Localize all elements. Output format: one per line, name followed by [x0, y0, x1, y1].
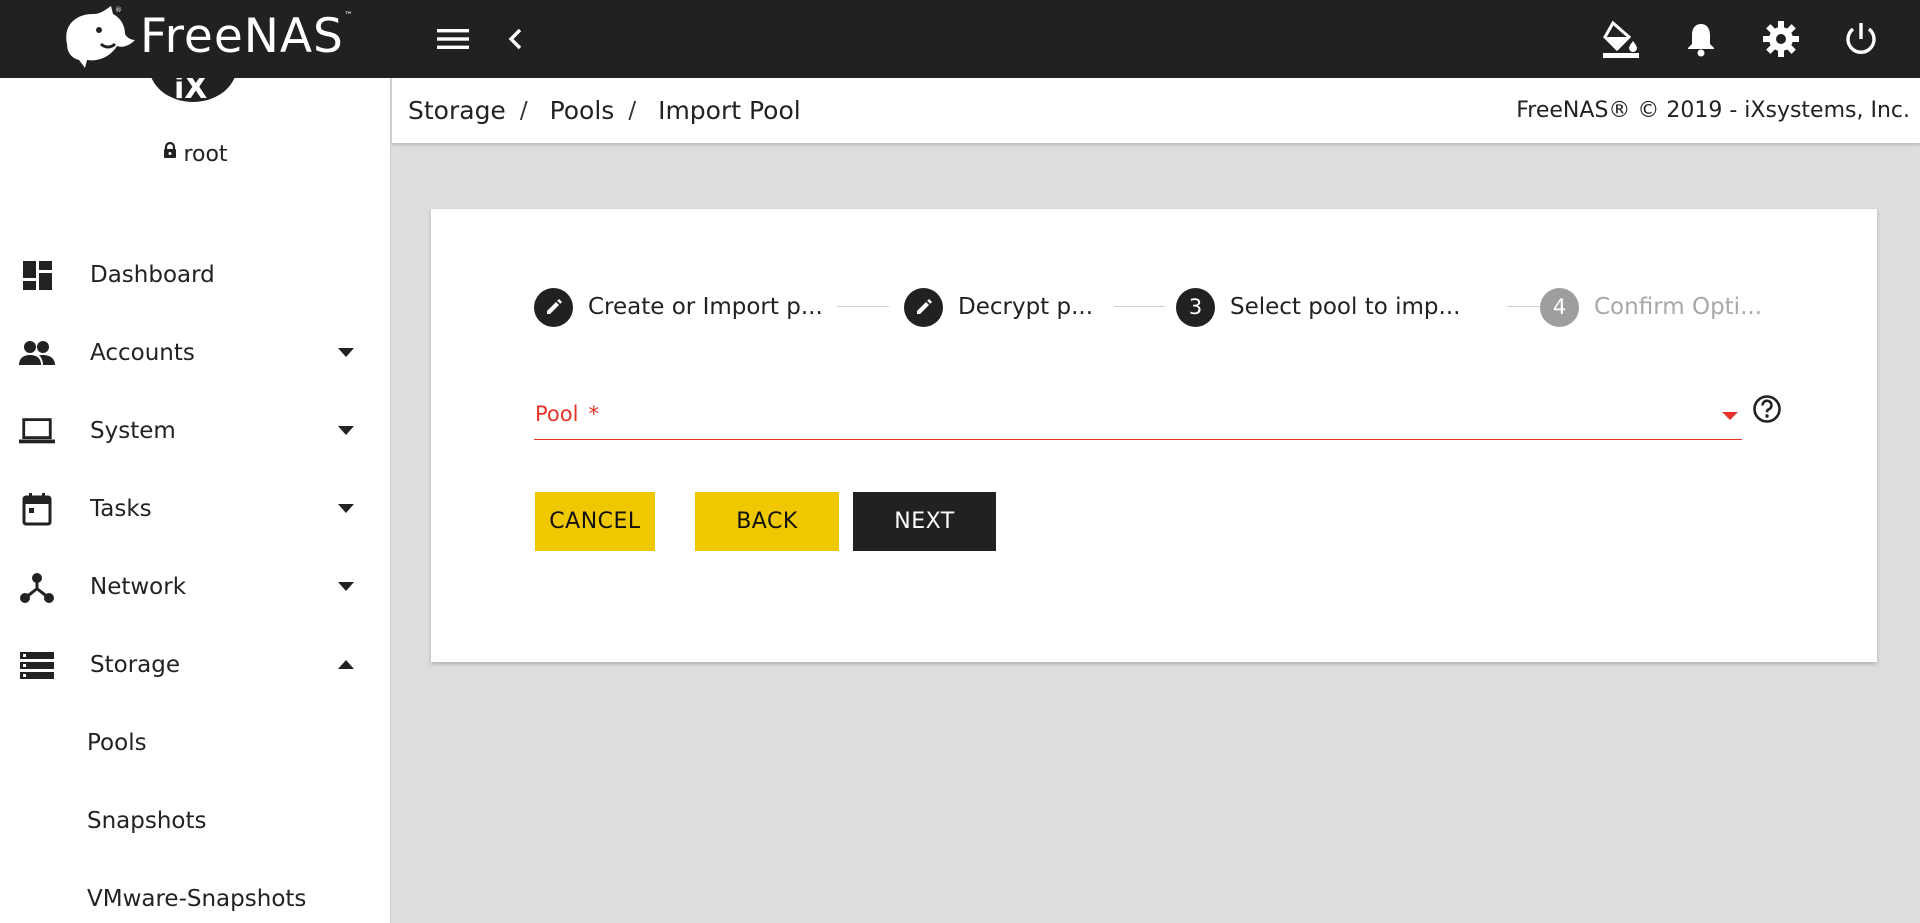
copyright-text: FreeNAS® © 2019 - iXsystems, Inc.	[1516, 98, 1910, 123]
laptop-icon	[19, 413, 55, 449]
step-connector	[1114, 306, 1165, 307]
sidebar: iX root Dashboard Accounts System Tasks	[0, 78, 391, 923]
pool-field-label: Pool *	[535, 402, 599, 426]
sidebar-subitem-snapshots[interactable]: Snapshots	[0, 782, 390, 860]
username: root	[183, 142, 228, 167]
sidebar-item-label: Tasks	[90, 496, 152, 522]
sidebar-item-accounts[interactable]: Accounts	[0, 314, 390, 392]
dropdown-arrow-icon	[1722, 412, 1738, 420]
calendar-icon	[19, 491, 55, 527]
top-bar: ® FreeNAS™	[0, 0, 1920, 78]
caret-down-icon	[338, 504, 354, 513]
sidebar-item-network[interactable]: Network	[0, 548, 390, 626]
pool-select[interactable]: Pool *	[534, 390, 1742, 440]
step-label: Create or Import p...	[588, 294, 823, 320]
current-user: root	[0, 140, 390, 168]
svg-text:iX: iX	[174, 78, 207, 106]
breadcrumb-import-pool: Import Pool	[658, 96, 801, 125]
sidebar-item-tasks[interactable]: Tasks	[0, 470, 390, 548]
sidebar-item-label: Network	[90, 574, 187, 600]
menu-icon[interactable]	[432, 18, 474, 60]
wizard-stepper: Create or Import p... Decrypt p... 3 Sel…	[534, 286, 1774, 328]
step-decrypt[interactable]: Decrypt p...	[904, 286, 1093, 328]
sidebar-item-dashboard[interactable]: Dashboard	[0, 236, 390, 314]
sidebar-item-label: Accounts	[90, 340, 195, 366]
theme-paint-icon[interactable]	[1600, 18, 1642, 60]
sidebar-item-storage[interactable]: Storage	[0, 626, 390, 704]
brand[interactable]: ® FreeNAS™	[0, 0, 392, 78]
import-pool-wizard-card: Create or Import p... Decrypt p... 3 Sel…	[431, 209, 1877, 662]
ixsystems-logo-icon: iX	[148, 78, 238, 108]
network-icon	[19, 569, 55, 605]
edit-pencil-icon	[904, 287, 943, 327]
step-number: 3	[1176, 287, 1215, 327]
caret-up-icon	[338, 660, 354, 669]
svg-text:®: ®	[115, 6, 122, 14]
cancel-button[interactable]: CANCEL	[535, 492, 655, 551]
storage-icon	[19, 647, 55, 683]
breadcrumb: Storage / Pools / Import Pool FreeNAS® ©…	[392, 78, 1920, 143]
breadcrumb-storage[interactable]: Storage	[408, 96, 506, 125]
caret-down-icon	[338, 582, 354, 591]
step-select-pool[interactable]: 3 Select pool to imp...	[1176, 286, 1460, 328]
sidebar-item-label: Dashboard	[90, 262, 215, 288]
step-number: 4	[1540, 287, 1579, 327]
sidebar-item-system[interactable]: System	[0, 392, 390, 470]
step-confirm-options[interactable]: 4 Confirm Opti...	[1540, 286, 1762, 328]
step-connector	[837, 306, 889, 307]
step-label: Decrypt p...	[958, 294, 1094, 320]
chevron-left-icon[interactable]	[494, 18, 536, 60]
next-button[interactable]: NEXT	[853, 492, 996, 551]
help-icon[interactable]	[1751, 393, 1783, 425]
gear-icon[interactable]	[1760, 18, 1802, 60]
breadcrumb-separator: /	[519, 97, 528, 124]
lock-icon	[163, 140, 177, 165]
back-button[interactable]: BACK	[695, 492, 839, 551]
step-create-or-import[interactable]: Create or Import p...	[534, 286, 823, 328]
sidebar-item-label: Storage	[90, 652, 180, 678]
sidebar-subitem-pools[interactable]: Pools	[0, 704, 390, 782]
brand-name: FreeNAS™	[140, 8, 354, 64]
caret-down-icon	[338, 426, 354, 435]
bell-icon[interactable]	[1680, 18, 1722, 60]
freenas-shark-logo-icon: ®	[55, 4, 140, 74]
edit-pencil-icon	[534, 287, 573, 327]
dashboard-icon	[19, 257, 55, 293]
people-icon	[19, 335, 55, 371]
sidebar-item-label: System	[90, 418, 176, 444]
caret-down-icon	[338, 348, 354, 357]
power-icon[interactable]	[1840, 18, 1882, 60]
breadcrumb-pools[interactable]: Pools	[550, 96, 615, 125]
step-label: Select pool to imp...	[1230, 294, 1461, 320]
breadcrumb-separator: /	[628, 97, 637, 124]
step-label: Confirm Opti...	[1594, 294, 1763, 320]
sidebar-subitem-vmware-snapshots[interactable]: VMware-Snapshots	[0, 860, 390, 923]
